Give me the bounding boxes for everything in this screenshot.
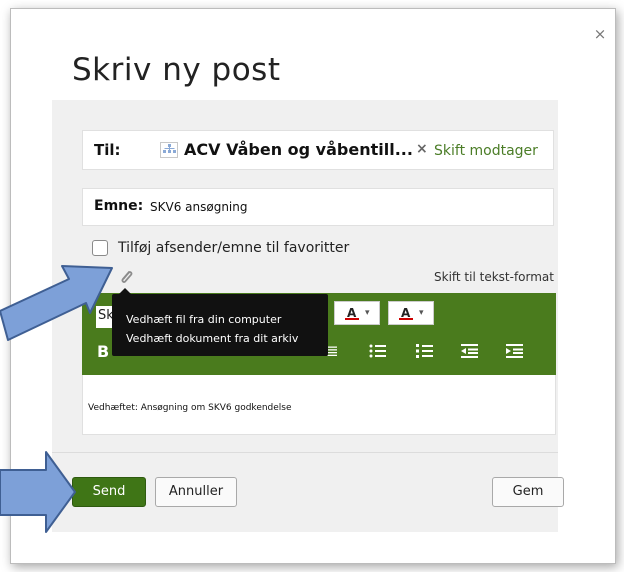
favorites-checkbox[interactable] (92, 240, 108, 256)
send-button[interactable]: Send (72, 477, 146, 507)
subject-value[interactable]: SKV6 ansøgning (150, 200, 247, 214)
organization-icon (160, 142, 178, 158)
text-color-dropdown[interactable]: A ▾ (334, 301, 380, 325)
footer-divider (52, 452, 558, 453)
close-icon[interactable]: × (592, 26, 608, 42)
highlight-color-dropdown[interactable]: A ▾ (388, 301, 434, 325)
numbered-list-icon[interactable] (416, 343, 434, 359)
text-color-swatch (345, 318, 359, 320)
plain-text-format-link[interactable]: Skift til tekst-format (434, 270, 554, 284)
highlight-color-swatch (399, 318, 413, 320)
recipient-label: Til: (94, 141, 121, 159)
cancel-button[interactable]: Annuller (155, 477, 237, 507)
paperclip-icon[interactable] (118, 268, 134, 286)
attach-from-archive-item[interactable]: Vedhæft dokument fra dit arkiv (126, 332, 298, 345)
change-recipient-link[interactable]: Skift modtager (434, 143, 538, 159)
bold-button[interactable]: B (97, 342, 109, 361)
save-button[interactable]: Gem (492, 477, 564, 507)
dialog-title: Skriv ny post (72, 52, 281, 88)
subject-label: Emne: (94, 198, 144, 214)
chevron-down-icon: ▾ (419, 308, 424, 318)
message-body[interactable]: Vedhæftet: Ansøgning om SKV6 godkendelse (88, 403, 292, 413)
favorites-label[interactable]: Tilføj afsender/emne til favoritter (118, 240, 349, 256)
indent-icon[interactable] (506, 343, 524, 359)
remove-recipient-icon[interactable]: × (416, 141, 428, 157)
recipient-name: ACV Våben og våbentill... (184, 140, 413, 159)
font-format-icon[interactable]: A (88, 268, 99, 286)
bulleted-list-icon[interactable] (369, 343, 387, 359)
chevron-down-icon: ▾ (365, 308, 370, 318)
attach-from-computer-item[interactable]: Vedhæft fil fra din computer (126, 313, 281, 326)
outdent-icon[interactable] (461, 343, 479, 359)
